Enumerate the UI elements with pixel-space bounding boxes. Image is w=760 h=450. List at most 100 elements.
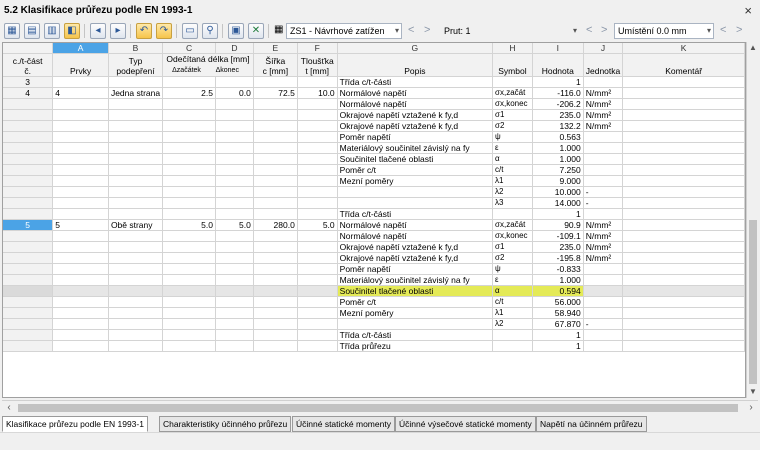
column-header-letter[interactable]: A [52, 43, 109, 54]
cell-delta-end[interactable] [215, 208, 254, 220]
cell-symbol[interactable] [492, 340, 533, 352]
cell-width[interactable] [253, 142, 298, 154]
cell-delta-end[interactable] [215, 131, 254, 143]
cell-value[interactable]: 0.594 [532, 285, 584, 297]
cell-delta-start[interactable]: 5.0 [162, 219, 216, 231]
cell-width[interactable] [253, 307, 298, 319]
cell-width[interactable] [253, 285, 298, 297]
cell-symbol[interactable]: σx,začát [492, 87, 533, 99]
horizontal-scrollbar[interactable]: ‹ › [2, 400, 758, 414]
graphics-icon[interactable]: ⚲ [202, 23, 218, 39]
cell-thickness[interactable] [297, 274, 338, 286]
cell-support-type[interactable] [108, 263, 164, 275]
cell-comment[interactable] [622, 131, 745, 143]
cell-description[interactable]: Okrajové napětí vztažené k fy,d [337, 120, 494, 132]
cell-unit[interactable] [583, 340, 624, 352]
cell-delta-end[interactable] [215, 263, 254, 275]
cell-symbol[interactable]: λ3 [492, 197, 533, 209]
member-select-arrow[interactable]: ▾ [472, 23, 580, 39]
cell-comment[interactable] [622, 120, 745, 132]
cell-thickness[interactable] [297, 318, 338, 330]
cell-delta-end[interactable] [215, 274, 254, 286]
cell-comment[interactable] [622, 175, 745, 187]
load-case-prev-button[interactable]: < [408, 24, 414, 37]
cell-width[interactable] [253, 329, 298, 341]
cell-description[interactable]: Okrajové napětí vztažené k fy,d [337, 252, 494, 264]
cell-element[interactable] [52, 109, 109, 121]
table-row[interactable]: Součinitel tlačené oblasti α 0.594 [3, 285, 745, 297]
cell-thickness[interactable] [297, 142, 338, 154]
cell-unit[interactable] [583, 131, 624, 143]
cell-value[interactable]: 235.0 [532, 241, 584, 253]
cell-support-type[interactable] [108, 241, 164, 253]
row-header[interactable] [3, 340, 54, 352]
member-next-button[interactable]: > [601, 24, 607, 37]
cell-delta-start[interactable]: 2.5 [162, 87, 216, 99]
cell-delta-end[interactable] [215, 197, 254, 209]
cell-element[interactable] [52, 241, 109, 253]
tab-effective-static-moments[interactable]: Účinné statické momenty [292, 416, 395, 432]
cell-comment[interactable] [622, 87, 745, 99]
cell-symbol[interactable]: σx,začát [492, 219, 533, 231]
cell-unit[interactable]: - [583, 186, 624, 198]
table-row[interactable]: Poměr c/t c/t 56.000 [3, 296, 745, 308]
cell-symbol[interactable] [492, 208, 533, 220]
cell-delta-start[interactable] [162, 98, 216, 110]
cell-support-type[interactable]: Jedna strana [108, 87, 164, 99]
cell-support-type[interactable] [108, 131, 164, 143]
row-header[interactable] [3, 241, 54, 253]
tab-cross-section-classification[interactable]: Klasifikace průřezu podle EN 1993-1 [2, 416, 148, 432]
cell-delta-start[interactable] [162, 252, 216, 264]
load-case-select[interactable]: ZS1 - Návrhové zatížen ▾ [286, 23, 402, 39]
cell-value[interactable]: 56.000 [532, 296, 584, 308]
cell-width[interactable] [253, 318, 298, 330]
cell-description[interactable]: Poměr napětí [337, 263, 494, 275]
cell-width[interactable] [253, 153, 298, 165]
cell-description[interactable]: Materiálový součinitel závislý na fy [337, 142, 494, 154]
location-prev-button[interactable]: < [720, 24, 726, 37]
cell-comment[interactable] [622, 109, 745, 121]
cell-support-type[interactable] [108, 252, 164, 264]
member-prev-button[interactable]: < [586, 24, 592, 37]
cell-symbol[interactable]: λ2 [492, 318, 533, 330]
table-row[interactable]: λ3 14.000- [3, 197, 745, 209]
undo-icon[interactable]: ↶ [136, 23, 152, 39]
cell-element[interactable] [52, 208, 109, 220]
cell-delta-end[interactable] [215, 109, 254, 121]
table-row[interactable]: Poměr c/t c/t 7.250 [3, 164, 745, 176]
cell-symbol[interactable]: λ1 [492, 175, 533, 187]
table-row[interactable]: Součinitel tlačené oblasti α 1.000 [3, 153, 745, 165]
cell-symbol[interactable]: ψ [492, 263, 533, 275]
cell-width[interactable] [253, 109, 298, 121]
cell-thickness[interactable] [297, 186, 338, 198]
row-header[interactable]: 3 [3, 76, 54, 88]
cell-delta-start[interactable] [162, 120, 216, 132]
cell-unit[interactable]: - [583, 197, 624, 209]
row-header[interactable] [3, 318, 54, 330]
cell-unit[interactable] [583, 164, 624, 176]
cell-description[interactable]: Materiálový součinitel závislý na fy [337, 274, 494, 286]
cell-delta-end[interactable]: 0.0 [215, 87, 254, 99]
cell-support-type[interactable] [108, 340, 164, 352]
row-header[interactable] [3, 142, 54, 154]
cell-description[interactable]: Okrajové napětí vztažené k fy,d [337, 241, 494, 253]
cell-delta-end[interactable] [215, 329, 254, 341]
cell-symbol[interactable]: σ1 [492, 109, 533, 121]
cell-delta-start[interactable] [162, 296, 216, 308]
row-header[interactable] [3, 274, 54, 286]
cell-symbol[interactable]: σx,konec [492, 98, 533, 110]
cell-element[interactable] [52, 120, 109, 132]
cell-thickness[interactable] [297, 230, 338, 242]
cell-value[interactable]: 1.000 [532, 142, 584, 154]
cell-symbol[interactable]: σ2 [492, 252, 533, 264]
cell-thickness[interactable] [297, 76, 338, 88]
cell-description[interactable]: Mezní poměry [337, 175, 494, 187]
table-row[interactable]: λ2 67.870- [3, 318, 745, 330]
cell-support-type[interactable] [108, 274, 164, 286]
cell-delta-start[interactable] [162, 318, 216, 330]
cell-value[interactable]: 1 [532, 76, 584, 88]
cell-symbol[interactable]: c/t [492, 164, 533, 176]
cell-comment[interactable] [622, 76, 745, 88]
arrow-left-icon[interactable]: ◂ [90, 23, 106, 39]
cell-element[interactable] [52, 142, 109, 154]
